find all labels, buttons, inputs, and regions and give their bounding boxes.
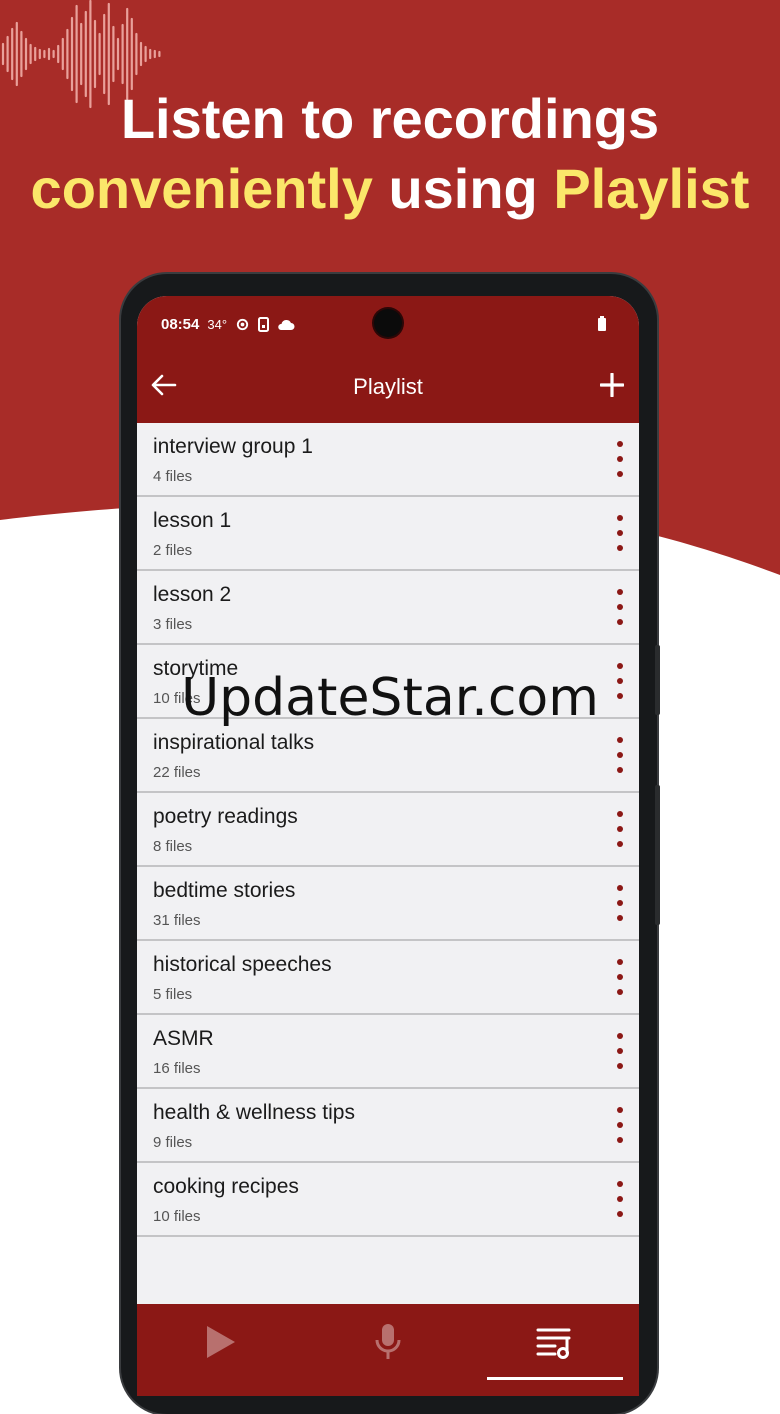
playlist-name: historical speeches: [153, 953, 332, 976]
playlist-file-count: 31 files: [153, 912, 201, 929]
headline-highlight-2: Playlist: [553, 157, 750, 220]
playlist-name: lesson 2: [153, 583, 232, 606]
playlist-row[interactable]: poetry readings 8 files: [137, 793, 639, 867]
watermark-text: UpdateStar.com: [181, 668, 599, 728]
phone-screen: 08:54 34° Playlist interview group 1 4 f…: [137, 296, 639, 1396]
playlist-name: health & wellness tips: [153, 1101, 355, 1124]
more-options-icon[interactable]: [615, 1107, 625, 1143]
playlist-name: lesson 1: [153, 509, 232, 532]
playlist-file-count: 4 files: [153, 468, 193, 485]
playlist-row[interactable]: ASMR 16 files: [137, 1015, 639, 1089]
more-options-icon[interactable]: [615, 737, 625, 773]
settings-icon: [236, 318, 249, 331]
more-options-icon[interactable]: [615, 885, 625, 921]
phone-icon: [258, 317, 270, 332]
playlist-name: cooking recipes: [153, 1175, 299, 1198]
playlist-file-count: 16 files: [153, 1060, 201, 1077]
tab-playlist[interactable]: [471, 1304, 638, 1380]
headline-word: using: [388, 157, 538, 220]
tab-record[interactable]: [304, 1304, 471, 1380]
app-bar: 08:54 34° Playlist: [137, 296, 639, 423]
play-icon: [206, 1326, 235, 1358]
playlist-file-count: 5 files: [153, 986, 193, 1003]
more-options-icon[interactable]: [615, 441, 625, 477]
front-camera: [374, 309, 402, 337]
headline-line-2: conveniently using Playlist: [0, 154, 780, 224]
more-options-icon[interactable]: [615, 811, 625, 847]
playlist-file-count: 9 files: [153, 1134, 193, 1151]
bottom-navigation: [137, 1304, 639, 1396]
playlist-name: inspirational talks: [153, 731, 315, 754]
playlist-row[interactable]: bedtime stories 31 files: [137, 867, 639, 941]
playlist-name: interview group 1: [153, 435, 313, 458]
playlist-file-count: 22 files: [153, 764, 201, 781]
headline-line-1: Listen to recordings: [120, 87, 660, 150]
more-options-icon[interactable]: [615, 959, 625, 995]
status-bar: 08:54 34°: [161, 316, 295, 333]
playlist-name: ASMR: [153, 1027, 214, 1050]
microphone-icon: [375, 1324, 400, 1359]
playlist-row[interactable]: health & wellness tips 9 files: [137, 1089, 639, 1163]
playlist-row[interactable]: inspirational talks 22 files: [137, 719, 639, 793]
status-temperature: 34°: [207, 317, 228, 332]
playlist-row[interactable]: lesson 2 3 files: [137, 571, 639, 645]
playlist-name: bedtime stories: [153, 879, 296, 902]
add-playlist-button[interactable]: [597, 370, 627, 400]
status-time: 08:54: [161, 316, 200, 333]
playlist-name: poetry readings: [153, 805, 298, 828]
playlist-file-count: 2 files: [153, 542, 193, 559]
battery-icon: [598, 316, 606, 331]
cloud-icon: [278, 319, 295, 330]
playlist-row[interactable]: interview group 1 4 files: [137, 423, 639, 497]
playlist-icon: [536, 1328, 570, 1359]
playlist-row[interactable]: historical speeches 5 files: [137, 941, 639, 1015]
more-options-icon[interactable]: [615, 589, 625, 625]
promo-headline: Listen to recordings conveniently using …: [0, 84, 780, 224]
more-options-icon[interactable]: [615, 1181, 625, 1217]
page-title: Playlist: [353, 374, 423, 399]
tab-play[interactable]: [137, 1304, 304, 1380]
active-tab-indicator: [487, 1377, 623, 1380]
headline-highlight-1: conveniently: [30, 157, 373, 220]
more-options-icon[interactable]: [615, 515, 625, 551]
playlist-row[interactable]: cooking recipes 10 files: [137, 1163, 639, 1237]
playlist-file-count: 10 files: [153, 1208, 201, 1225]
more-options-icon[interactable]: [615, 1033, 625, 1069]
plus-icon: [600, 373, 624, 397]
playlist-file-count: 8 files: [153, 838, 193, 855]
playlist-row[interactable]: lesson 1 2 files: [137, 497, 639, 571]
playlist-list: interview group 14 files lesson 12 files l…: [137, 423, 639, 1237]
playlist-file-count: 3 files: [153, 616, 193, 633]
phone-side-button: [655, 785, 660, 925]
